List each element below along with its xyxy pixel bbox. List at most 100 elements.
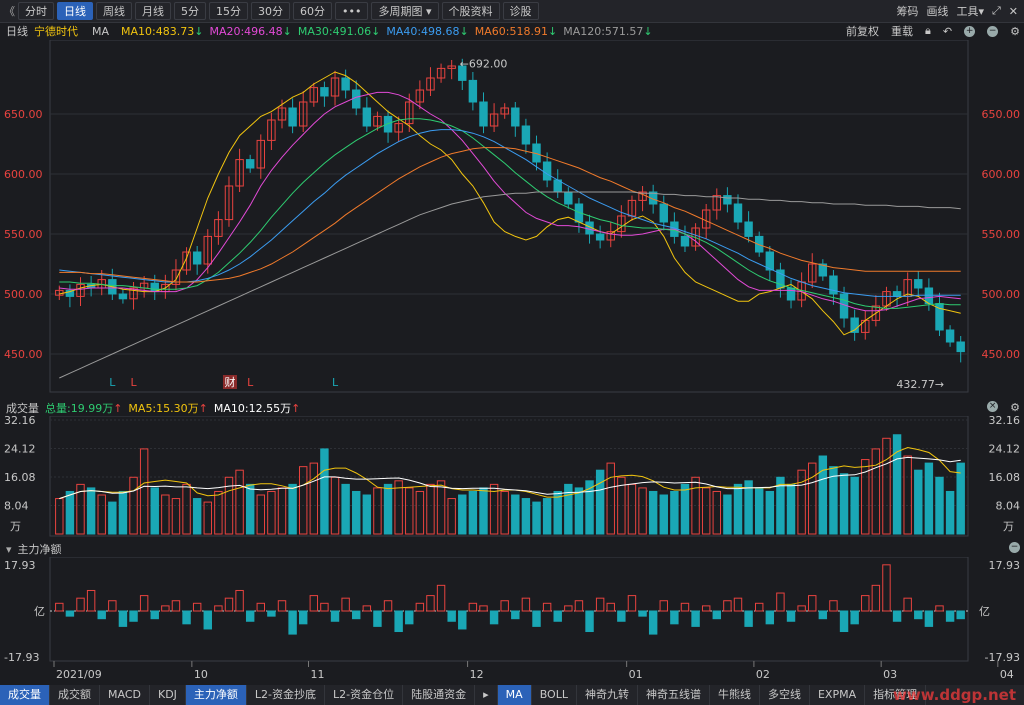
volume-bar xyxy=(150,487,159,535)
candle-body xyxy=(362,107,372,127)
indicator-tab[interactable]: EXPMA xyxy=(810,685,866,705)
settings-icon[interactable]: ⚙ xyxy=(1010,401,1020,414)
flow-bar xyxy=(542,602,552,612)
indicator-tab[interactable]: 多空线 xyxy=(760,685,810,705)
volume-bar xyxy=(945,490,955,535)
fuquan-button[interactable]: 前复权 xyxy=(846,23,879,39)
period-button[interactable]: 日线 xyxy=(57,2,93,20)
indicator-tab[interactable]: 神奇九转 xyxy=(577,685,638,705)
flow-bar xyxy=(532,610,541,627)
volume-bar xyxy=(171,498,181,535)
diagnose-button[interactable]: 诊股 xyxy=(502,2,539,20)
close-panel-icon[interactable]: − xyxy=(1009,542,1020,553)
scroll-right-icon[interactable]: ▸ xyxy=(475,685,498,705)
price-chart[interactable]: 650.00 650.00 600.00 600.00 550.00 550.00 500.… xyxy=(0,40,1024,398)
period-button[interactable]: 15分 xyxy=(209,2,248,20)
indicator-tab[interactable]: MACD xyxy=(100,685,150,705)
flow-bar xyxy=(733,597,743,612)
volume-bar xyxy=(108,501,117,535)
legend-stock-name: 宁德时代 xyxy=(34,25,78,38)
period-button[interactable]: 分时 xyxy=(18,2,54,20)
plot-frame xyxy=(49,557,969,662)
candle-body xyxy=(245,159,255,169)
indicator-tab[interactable]: L2-资金抄底 xyxy=(247,685,326,705)
legend-controls: 前复权 重载 🔒︎ ↶ + − ⚙ xyxy=(840,22,1020,40)
y-tick-right: 550.00 xyxy=(982,228,1021,241)
lock-icon[interactable]: 🔒︎ xyxy=(925,24,931,38)
period-button[interactable]: 月线 xyxy=(135,2,171,20)
indicator-tab[interactable]: 成交额 xyxy=(50,685,100,705)
period-buttons: 分时 日线 周线 月线 5分 15分 30分 60分 xyxy=(15,2,332,20)
flow-bar xyxy=(489,610,499,625)
period-button[interactable]: 5分 xyxy=(174,2,206,20)
indicator-tab[interactable]: 陆股通资金 xyxy=(403,685,476,705)
overlay-button[interactable]: 重载 xyxy=(891,23,913,39)
zoom-out-icon[interactable]: − xyxy=(987,25,999,37)
undo-icon[interactable]: ↶ xyxy=(943,25,952,38)
flow-bar xyxy=(564,605,573,612)
indicator-tab[interactable]: MA xyxy=(497,685,532,705)
more-periods-button[interactable]: ••• xyxy=(335,2,369,20)
period-button[interactable]: 30分 xyxy=(251,2,290,20)
candle-body xyxy=(320,87,329,97)
candle-body xyxy=(786,287,796,301)
flow-bar xyxy=(171,600,181,612)
collapse-icon[interactable]: ▾ xyxy=(6,543,12,556)
indicator-tab[interactable]: BOLL xyxy=(532,685,577,705)
period-button[interactable]: 周线 xyxy=(96,2,132,20)
flow-bar xyxy=(511,610,520,620)
flow-bar xyxy=(754,602,764,612)
indicator-tab[interactable]: 成交量 xyxy=(0,685,50,705)
stock-info-button[interactable]: 个股资料 xyxy=(441,2,500,20)
candle-body xyxy=(914,279,923,289)
volume-bar xyxy=(659,494,668,535)
volume-bar xyxy=(542,498,552,535)
flow-bar xyxy=(945,610,955,622)
flow-bar xyxy=(924,610,934,627)
volume-total: 总量:19.99万 xyxy=(45,402,114,415)
chevron-down-icon: ▾ xyxy=(425,5,432,18)
close-panel-icon[interactable]: × xyxy=(987,401,999,412)
flow-bar xyxy=(829,600,838,612)
max-price-label: ←692.00 xyxy=(460,58,508,71)
indicator-tab[interactable]: KDJ xyxy=(150,685,186,705)
candle-body xyxy=(511,107,520,127)
zoom-in-icon[interactable]: + xyxy=(964,25,976,37)
volume-bar xyxy=(320,448,329,535)
flow-bar xyxy=(161,605,170,612)
indicator-tab[interactable]: 主力净额 xyxy=(185,685,247,705)
tools-button[interactable]: 工具▾ xyxy=(956,3,984,19)
flow-bar xyxy=(808,595,817,612)
volume-bar xyxy=(267,490,276,535)
indicator-tab[interactable]: 神奇五线谱 xyxy=(638,685,710,705)
y-tick-right: 500.00 xyxy=(982,288,1021,301)
volume-bar xyxy=(797,469,806,535)
draw-line-button[interactable]: 画线 xyxy=(926,3,948,19)
close-icon[interactable]: ✕ xyxy=(1009,5,1018,18)
volume-bar xyxy=(182,483,191,535)
volume-chart[interactable]: 32.16 32.16 24.12 24.12 16.08 16.08 8.04 8.04 万 万 xyxy=(0,416,1024,540)
flow-bar xyxy=(394,610,403,633)
up-arrow-icon: ↑ xyxy=(113,401,123,415)
y-tick-right: 8.04 xyxy=(996,500,1021,513)
indicator-tab[interactable]: 牛熊线 xyxy=(710,685,760,705)
down-arrow-icon: ↓ xyxy=(194,24,204,38)
indicator-tab[interactable]: L2-资金仓位 xyxy=(325,685,404,705)
flow-bar xyxy=(150,610,159,620)
flow-bar xyxy=(235,589,244,612)
chips-button[interactable]: 筹码 xyxy=(896,3,918,19)
volume-bar xyxy=(235,469,244,535)
period-button[interactable]: 60分 xyxy=(293,2,332,20)
flow-bar xyxy=(65,610,75,617)
settings-icon[interactable]: ⚙ xyxy=(1010,25,1020,38)
fullscreen-icon[interactable]: ⤢ xyxy=(992,4,1001,18)
volume-bar xyxy=(277,487,287,535)
back-icon[interactable]: 《 xyxy=(4,3,15,19)
flow-bar xyxy=(436,584,446,612)
net-flow-chart[interactable]: 17.93 17.93 -17.93 -17.93 亿 亿 2021/09 10 11 12 01 0… xyxy=(0,557,1024,685)
legend-period: 日线 xyxy=(6,25,28,38)
flow-bar xyxy=(458,610,467,630)
volume-title: 成交量 xyxy=(6,402,39,415)
volume-bar xyxy=(288,483,297,535)
multi-period-dropdown[interactable]: 多周期图 ▾ xyxy=(371,2,439,20)
